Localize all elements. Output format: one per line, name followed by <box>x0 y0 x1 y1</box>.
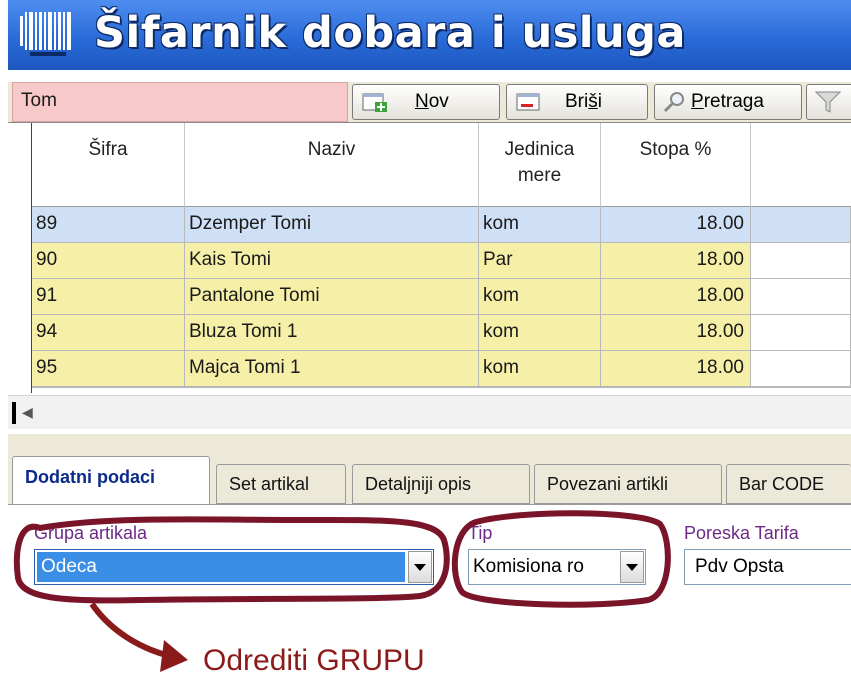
tab-set-artikal[interactable]: Set artikal <box>216 464 346 504</box>
search-accel: P <box>691 91 704 112</box>
tab-povezani-artikli[interactable]: Povezani artikli <box>534 464 722 504</box>
scroll-left-icon[interactable]: ◀ <box>22 404 33 421</box>
cell-jedinica[interactable]: Par <box>479 243 601 279</box>
poreska-tarifa-label: Poreska Tarifa <box>684 523 799 543</box>
annotation-arrow-shaft <box>89 602 179 661</box>
cell-naziv[interactable]: Kais Tomi <box>185 243 479 279</box>
delete-label-pre: Bri <box>565 91 589 112</box>
title-bar: Šifarnik dobara i usluga <box>8 0 851 70</box>
window-title: Šifarnik dobara i usluga <box>94 8 686 58</box>
chevron-down-icon[interactable] <box>408 551 432 583</box>
cell-jedinica[interactable]: kom <box>479 351 601 387</box>
poreska-tarifa-select[interactable]: Pdv Opsta <box>684 549 851 585</box>
table-row[interactable]: 95 Majca Tomi 1 kom 18.00 <box>32 351 851 387</box>
table-row[interactable]: 91 Pantalone Tomi kom 18.00 <box>32 279 851 315</box>
row-indicator-column <box>8 123 32 393</box>
grupa-artikala-select[interactable]: Odeca <box>34 549 434 585</box>
table-row[interactable]: 89 Dzemper Tomi kom 18.00 <box>32 207 851 243</box>
cell-stopa[interactable]: 18.00 <box>601 315 751 351</box>
arrow-right-icon <box>160 640 188 672</box>
delete-accel: š <box>588 91 598 112</box>
column-header-stopa[interactable]: Stopa % <box>601 123 751 207</box>
filter-button[interactable] <box>806 84 851 120</box>
table-row[interactable]: 90 Kais Tomi Par 18.00 <box>32 243 851 279</box>
tab-dodatni-podaci[interactable]: Dodatni podaci <box>12 456 210 504</box>
record-marker <box>12 402 16 424</box>
magnifier-icon <box>663 92 684 113</box>
grupa-artikala-label: Grupa artikala <box>34 523 148 543</box>
items-grid[interactable]: Šifra Naziv Jedinica mere Stopa % 89 Dzem… <box>8 122 851 434</box>
cell-naziv[interactable]: Majca Tomi 1 <box>185 351 479 387</box>
cell-stopa[interactable]: 18.00 <box>601 351 751 387</box>
column-header-jedinica-line1: Jedinica <box>504 139 575 160</box>
tip-label: Tip <box>468 523 493 543</box>
new-button[interactable]: Nov <box>352 84 500 120</box>
cell-jedinica[interactable]: kom <box>479 279 601 315</box>
annotation-text: Odrediti GRUPU <box>203 644 425 677</box>
grid-header: Šifra Naziv Jedinica mere Stopa % <box>8 123 851 207</box>
cell-stopa[interactable]: 18.00 <box>601 243 751 279</box>
new-accel: N <box>415 91 429 112</box>
grupa-artikala-value: Odeca <box>41 556 97 577</box>
column-header-naziv[interactable]: Naziv <box>185 123 479 207</box>
cell-jedinica[interactable]: kom <box>479 315 601 351</box>
cell-stopa[interactable]: 18.00 <box>601 279 751 315</box>
tip-value: Komisiona ro <box>473 556 584 577</box>
cell-jedinica[interactable]: kom <box>479 207 601 243</box>
delete-document-icon <box>516 93 540 111</box>
delete-button[interactable]: Briši <box>506 84 648 120</box>
toolbar: Tom Nov Briši Pretraga <box>8 82 851 122</box>
horizontal-scrollbar[interactable]: ◀ <box>8 395 851 429</box>
new-label: ov <box>428 91 449 112</box>
funnel-icon <box>815 91 841 113</box>
table-row[interactable]: 94 Bluza Tomi 1 kom 18.00 <box>32 315 851 351</box>
cell-naziv[interactable]: Bluza Tomi 1 <box>185 315 479 351</box>
cell-sifra[interactable]: 90 <box>32 243 185 279</box>
poreska-tarifa-value: Pdv Opsta <box>695 556 784 577</box>
cell-empty <box>751 279 851 315</box>
table-row-partial <box>32 387 851 393</box>
cell-sifra[interactable]: 94 <box>32 315 185 351</box>
cell-empty <box>751 351 851 387</box>
cell-empty <box>751 207 851 243</box>
column-header-sifra[interactable]: Šifra <box>32 123 185 207</box>
chevron-down-icon[interactable] <box>620 551 644 583</box>
column-header-jedinica-mere[interactable]: Jedinica mere <box>479 123 601 207</box>
barcode-icon <box>20 12 71 56</box>
tab-content: Grupa artikala Odeca Tip Komisiona ro Po… <box>8 504 851 610</box>
tab-bar-code[interactable]: Bar CODE <box>726 464 851 504</box>
cell-naziv[interactable]: Dzemper Tomi <box>185 207 479 243</box>
cell-sifra[interactable]: 91 <box>32 279 185 315</box>
cell-stopa[interactable]: 18.00 <box>601 207 751 243</box>
tip-select[interactable]: Komisiona ro <box>468 549 646 585</box>
tab-detaljniji-opis[interactable]: Detaljniji opis <box>352 464 530 504</box>
column-header-jedinica-line2: mere <box>517 165 562 186</box>
cell-sifra[interactable]: 89 <box>32 207 185 243</box>
tabs-area: Dodatni podaci Set artikal Detaljniji op… <box>8 434 851 610</box>
filter-input[interactable]: Tom <box>12 82 348 122</box>
cell-naziv[interactable]: Pantalone Tomi <box>185 279 479 315</box>
new-document-icon <box>362 93 387 112</box>
cell-sifra[interactable]: 95 <box>32 351 185 387</box>
cell-empty <box>751 243 851 279</box>
delete-label-rest: i <box>597 91 602 112</box>
search-button[interactable]: Pretraga <box>654 84 802 120</box>
search-label: retraga <box>703 91 764 112</box>
cell-empty <box>751 315 851 351</box>
